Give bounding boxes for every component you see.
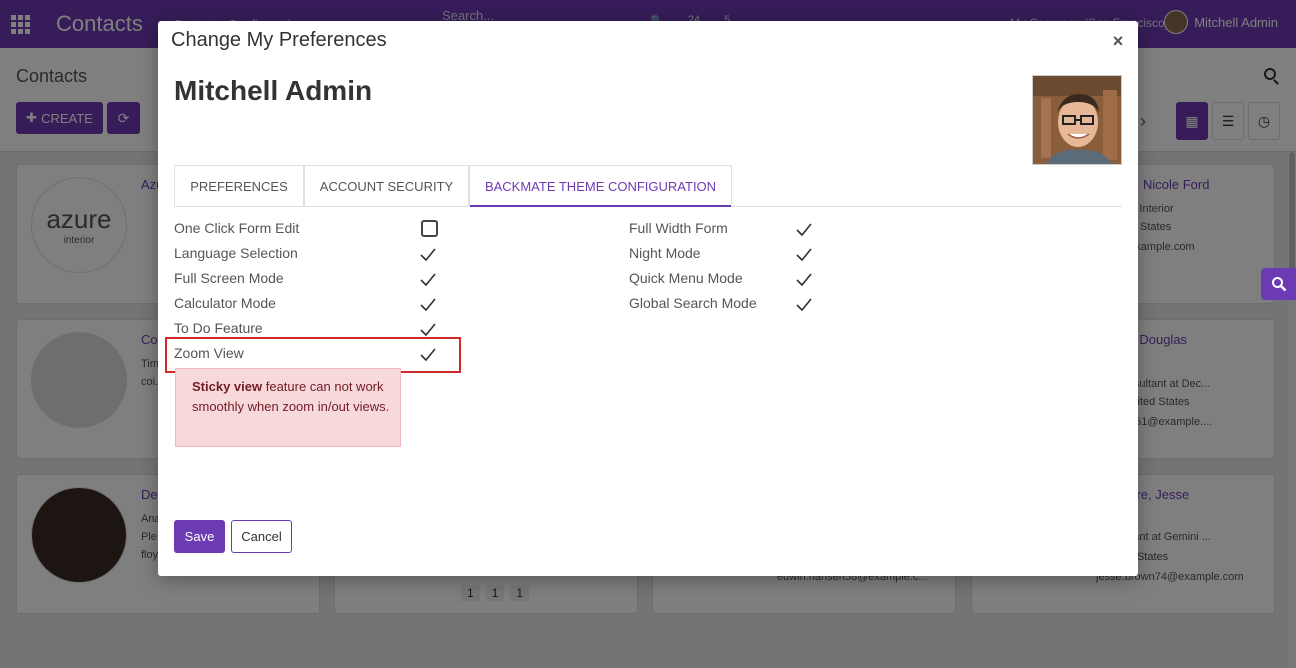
option-one-click-form-edit: One Click Form Edit [174, 216, 299, 240]
option-label: Global Search Mode [629, 295, 757, 311]
option-quick-menu-mode: Quick Menu Mode [629, 266, 743, 290]
save-button[interactable]: Save [174, 520, 225, 553]
tab-account-security[interactable]: ACCOUNT SECURITY [304, 165, 469, 206]
zoom-search-icon[interactable] [1261, 268, 1296, 300]
checkmark-icon[interactable] [795, 271, 813, 289]
sticky-view-warning: Sticky view feature can not work smoothl… [175, 368, 401, 447]
option-calculator-mode: Calculator Mode [174, 291, 276, 315]
close-icon[interactable]: × [1108, 31, 1128, 51]
tab-preferences[interactable]: PREFERENCES [174, 165, 304, 206]
option-language-selection: Language Selection [174, 241, 298, 265]
alert-bold-text: Sticky view [192, 379, 263, 394]
option-label: Full Width Form [629, 220, 728, 236]
option-label: Full Screen Mode [174, 270, 284, 286]
preferences-dialog: Change My Preferences × Mitchell Admin P… [158, 21, 1138, 576]
checkmark-icon[interactable] [419, 246, 437, 264]
tab-backmate-theme-configuration[interactable]: BACKMATE THEME CONFIGURATION [469, 165, 732, 207]
user-name-heading: Mitchell Admin [174, 75, 373, 106]
checkmark-icon[interactable] [419, 271, 437, 289]
option-label: Language Selection [174, 245, 298, 261]
option-full-screen-mode: Full Screen Mode [174, 266, 284, 290]
option-label: Calculator Mode [174, 295, 276, 311]
option-night-mode: Night Mode [629, 241, 701, 265]
option-label: Quick Menu Mode [629, 270, 743, 286]
tab-bar: PREFERENCES ACCOUNT SECURITY BACKMATE TH… [174, 165, 1122, 207]
option-label: Night Mode [629, 245, 701, 261]
cancel-button[interactable]: Cancel [231, 520, 292, 553]
one-click-form-edit-checkbox[interactable] [421, 220, 438, 237]
option-full-width-form: Full Width Form [629, 216, 728, 240]
checkmark-icon[interactable] [795, 246, 813, 264]
option-global-search-mode: Global Search Mode [629, 291, 757, 315]
checkmark-icon[interactable] [419, 296, 437, 314]
dialog-title: Change My Preferences [171, 29, 387, 51]
checkmark-icon[interactable] [795, 221, 813, 239]
user-avatar[interactable] [1032, 75, 1122, 165]
option-label: One Click Form Edit [174, 220, 300, 236]
option-label: To Do Feature [174, 320, 263, 336]
checkmark-icon[interactable] [795, 296, 813, 314]
